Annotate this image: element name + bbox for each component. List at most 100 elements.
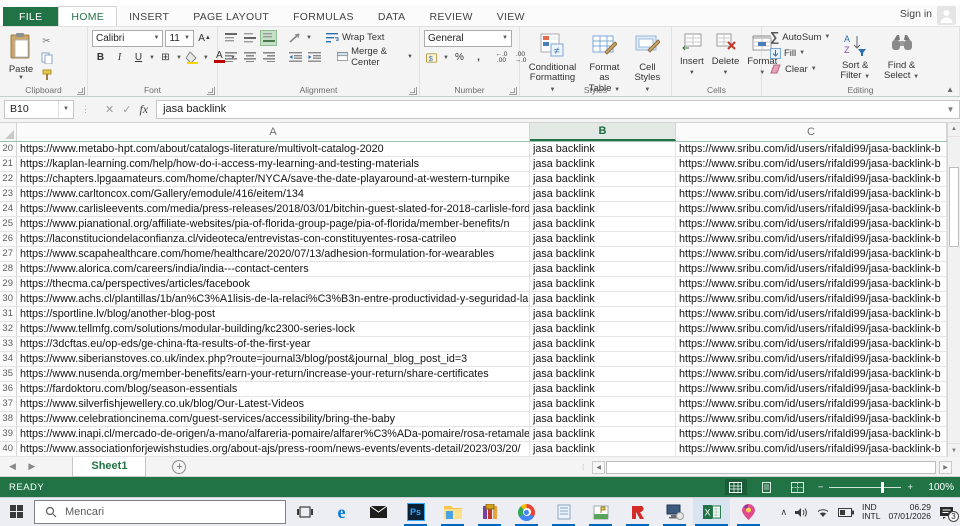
percent-style-button[interactable]: % xyxy=(451,50,468,66)
row-header[interactable]: 35 xyxy=(0,366,17,381)
sort-filter-button[interactable]: AZ Sort & Filter ▼ xyxy=(836,30,874,83)
cell-c[interactable]: https://www.sribu.com/id/users/rifaldi99… xyxy=(676,216,947,231)
photoshop-button[interactable]: Ps xyxy=(397,498,434,526)
excel-taskbar-button[interactable]: X xyxy=(693,498,730,526)
cell-c[interactable]: https://www.sribu.com/id/users/rifaldi99… xyxy=(676,366,947,381)
row-header[interactable]: 34 xyxy=(0,351,17,366)
scroll-down-icon[interactable]: ▼ xyxy=(948,443,960,458)
row-header[interactable]: 40 xyxy=(0,441,17,456)
name-box-caret-icon[interactable]: ▼ xyxy=(58,100,73,118)
start-button[interactable] xyxy=(0,498,34,526)
cell-c[interactable]: https://www.sribu.com/id/users/rifaldi99… xyxy=(676,156,947,171)
clock[interactable]: 06.29 07/01/2026 xyxy=(888,503,931,521)
insert-function-icon[interactable]: fx xyxy=(139,102,148,117)
row-header[interactable]: 30 xyxy=(0,291,17,306)
tab-file[interactable]: FILE xyxy=(3,6,59,26)
cell-a[interactable]: https://laconstituciondelaconfianza.cl/v… xyxy=(17,231,530,246)
cell-c[interactable]: https://www.sribu.com/id/users/rifaldi99… xyxy=(676,396,947,411)
cell-b[interactable]: jasa backlink xyxy=(530,246,676,261)
cell-a[interactable]: https://www.tellmfg.com/solutions/modula… xyxy=(17,321,530,336)
row-header[interactable]: 22 xyxy=(0,171,17,186)
formula-input[interactable]: jasa backlink xyxy=(156,99,942,119)
cell-b[interactable]: jasa backlink xyxy=(530,336,676,351)
cell-b[interactable]: jasa backlink xyxy=(530,411,676,426)
middle-align-button[interactable] xyxy=(241,30,258,46)
cell-a[interactable]: https://www.associationforjewishstudies.… xyxy=(17,441,530,456)
scroll-up-icon[interactable]: ▲ xyxy=(948,122,960,137)
grow-font-button[interactable]: A ▲ xyxy=(196,30,213,46)
taskbar-search-input[interactable]: Mencari xyxy=(34,500,286,524)
cell-b[interactable]: jasa backlink xyxy=(530,396,676,411)
fill-color-caret-icon[interactable]: ▼ xyxy=(203,55,209,61)
sheet-tab-sheet1[interactable]: Sheet1 xyxy=(72,456,147,477)
cell-b[interactable]: jasa backlink xyxy=(530,306,676,321)
zoom-slider-thumb[interactable] xyxy=(881,481,885,493)
row-header[interactable]: 28 xyxy=(0,261,17,276)
cell-a[interactable]: https://3dcftas.eu/op-eds/ge-china-fta-r… xyxy=(17,336,530,351)
cell-b[interactable]: jasa backlink xyxy=(530,216,676,231)
row-header[interactable]: 25 xyxy=(0,216,17,231)
maps-pin-button[interactable] xyxy=(730,498,767,526)
cell-c[interactable]: https://www.sribu.com/id/users/rifaldi99… xyxy=(676,186,947,201)
number-dialog-launcher[interactable] xyxy=(509,86,517,95)
cell-a[interactable]: https://www.nusenda.org/member-benefits/… xyxy=(17,366,530,381)
row-header[interactable]: 38 xyxy=(0,411,17,426)
cell-b[interactable]: jasa backlink xyxy=(530,291,676,306)
vertical-scrollbar-thumb[interactable] xyxy=(949,166,959,247)
scroll-left-icon[interactable]: ◀ xyxy=(592,460,606,474)
image-viewer-button[interactable] xyxy=(582,498,619,526)
cell-a[interactable]: https://kaplan-learning.com/help/how-do-… xyxy=(17,156,530,171)
fill-color-button[interactable] xyxy=(184,50,201,66)
tab-home[interactable]: HOME xyxy=(58,5,118,26)
cell-c[interactable]: https://www.sribu.com/id/users/rifaldi99… xyxy=(676,381,947,396)
orientation-button[interactable] xyxy=(287,30,304,46)
row-header[interactable]: 24 xyxy=(0,201,17,216)
cell-b[interactable]: jasa backlink xyxy=(530,381,676,396)
scroll-right-icon[interactable]: ▶ xyxy=(939,460,952,474)
tab-view[interactable]: VIEW xyxy=(485,7,537,26)
cell-c[interactable]: https://www.sribu.com/id/users/rifaldi99… xyxy=(676,336,947,351)
user-avatar-icon[interactable] xyxy=(937,5,956,25)
top-align-button[interactable] xyxy=(222,30,239,46)
conditional-formatting-button[interactable]: ≠ Conditional Formatting ▼ xyxy=(524,30,581,93)
page-layout-view-button[interactable] xyxy=(756,479,778,495)
cell-a[interactable]: https://www.metabo-hpt.com/about/catalog… xyxy=(17,141,530,156)
clear-button[interactable]: Clear ▼ xyxy=(770,62,830,77)
edge-button[interactable]: e xyxy=(323,498,360,526)
row-header[interactable]: 32 xyxy=(0,321,17,336)
cell-a[interactable]: https://www.silverfishjewellery.co.uk/bl… xyxy=(17,396,530,411)
row-header[interactable]: 39 xyxy=(0,426,17,441)
file-explorer-button[interactable] xyxy=(434,498,471,526)
mail-button[interactable] xyxy=(360,498,397,526)
cell-b[interactable]: jasa backlink xyxy=(530,201,676,216)
row-header[interactable]: 20 xyxy=(0,141,17,156)
format-painter-button[interactable] xyxy=(38,68,55,83)
cell-styles-button[interactable]: Cell Styles ▼ xyxy=(628,30,667,93)
volume-icon[interactable] xyxy=(795,507,808,518)
increase-indent-button[interactable] xyxy=(306,49,323,65)
cell-b[interactable]: jasa backlink xyxy=(530,141,676,156)
wrap-text-button[interactable]: Wrap Text xyxy=(324,30,386,46)
cell-b[interactable]: jasa backlink xyxy=(530,276,676,291)
name-box[interactable]: B10 ▼ xyxy=(4,99,74,119)
insert-cells-button[interactable]: Insert ▼ xyxy=(676,30,708,83)
font-size-select[interactable]: 11 ▼ xyxy=(165,29,194,47)
cell-c[interactable]: https://www.sribu.com/id/users/rifaldi99… xyxy=(676,261,947,276)
confirm-entry-icon[interactable]: ✓ xyxy=(122,103,131,116)
cell-c[interactable]: https://www.sribu.com/id/users/rifaldi99… xyxy=(676,141,947,156)
accounting-format-button[interactable]: $ xyxy=(424,50,441,66)
expand-formula-bar-icon[interactable]: ▼ xyxy=(942,99,960,119)
copy-button[interactable] xyxy=(38,51,55,66)
delete-cells-button[interactable]: Delete ▼ xyxy=(708,30,743,83)
font-dialog-launcher[interactable] xyxy=(207,86,215,95)
bottom-align-button[interactable] xyxy=(260,29,277,46)
row-header[interactable]: 23 xyxy=(0,186,17,201)
cell-a[interactable]: https://www.siberianstoves.co.uk/index.p… xyxy=(17,351,530,366)
paste-button[interactable]: Paste ▼ xyxy=(4,30,38,83)
row-header[interactable]: 36 xyxy=(0,381,17,396)
cell-b[interactable]: jasa backlink xyxy=(530,261,676,276)
cell-a[interactable]: https://sportline.lv/blog/another-blog-p… xyxy=(17,306,530,321)
cancel-entry-icon[interactable]: ✕ xyxy=(105,103,114,116)
tab-page-layout[interactable]: PAGE LAYOUT xyxy=(181,7,281,26)
normal-view-button[interactable] xyxy=(724,479,747,496)
